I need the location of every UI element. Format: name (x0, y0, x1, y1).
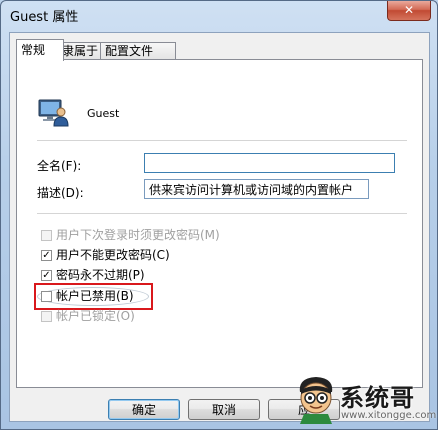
title-bar[interactable]: Guest 属性 ✕ (1, 1, 437, 27)
password-never-expires-label: 密码永不过期(P) (56, 268, 145, 282)
dialog-body: 常规 隶属于 配置文件 Guest 全名(F): 描述(D): 供来宾访问计算机… (9, 32, 430, 422)
description-value: 供来宾访问计算机或访问域的内置帐户 (149, 183, 354, 197)
user-name: Guest (87, 107, 120, 120)
password-never-expires-checkbox[interactable]: ✓ (41, 270, 52, 281)
must-change-password-label: 用户下次登录时须更改密码(M) (56, 228, 220, 242)
close-button[interactable]: ✕ (387, 1, 431, 21)
account-locked-checkbox[interactable] (41, 311, 52, 322)
user-monitor-icon (38, 99, 69, 127)
must-change-password-checkbox[interactable] (41, 230, 52, 241)
account-locked-label: 帐户已锁定(O) (56, 309, 135, 323)
watermark-brand: 系统哥 (340, 384, 415, 412)
close-icon: ✕ (403, 3, 415, 17)
mascot-icon (299, 377, 333, 424)
window-title: Guest 属性 (10, 10, 79, 25)
cancel-button[interactable]: 取消 (188, 399, 260, 420)
description-label: 描述(D): (37, 186, 84, 200)
cannot-change-password-label: 用户不能更改密码(C) (56, 248, 170, 262)
checkmark-icon: ✓ (42, 250, 51, 261)
ok-button[interactable]: 确定 (108, 399, 180, 420)
divider (37, 140, 407, 141)
description-input[interactable]: 供来宾访问计算机或访问域的内置帐户 (144, 179, 369, 199)
checkmark-icon: ✓ (42, 270, 51, 281)
account-disabled-checkbox[interactable] (41, 291, 52, 302)
general-tab-panel: Guest 全名(F): 描述(D): 供来宾访问计算机或访问域的内置帐户 用户… (16, 59, 423, 388)
watermark-url: www.xitongge.com (341, 410, 437, 421)
full-name-input[interactable] (144, 153, 395, 173)
tab-profile[interactable]: 配置文件 (100, 42, 176, 60)
full-name-label: 全名(F): (37, 159, 82, 173)
tab-general[interactable]: 常规 (16, 39, 64, 61)
divider (37, 213, 407, 214)
watermark: 系统哥 www.xitongge.com (286, 372, 436, 428)
account-disabled-label: 帐户已禁用(B) (56, 289, 134, 303)
properties-window: Guest 属性 ✕ 常规 隶属于 配置文件 Guest 全名(F): 描述(D… (0, 0, 438, 430)
cannot-change-password-checkbox[interactable]: ✓ (41, 250, 52, 261)
